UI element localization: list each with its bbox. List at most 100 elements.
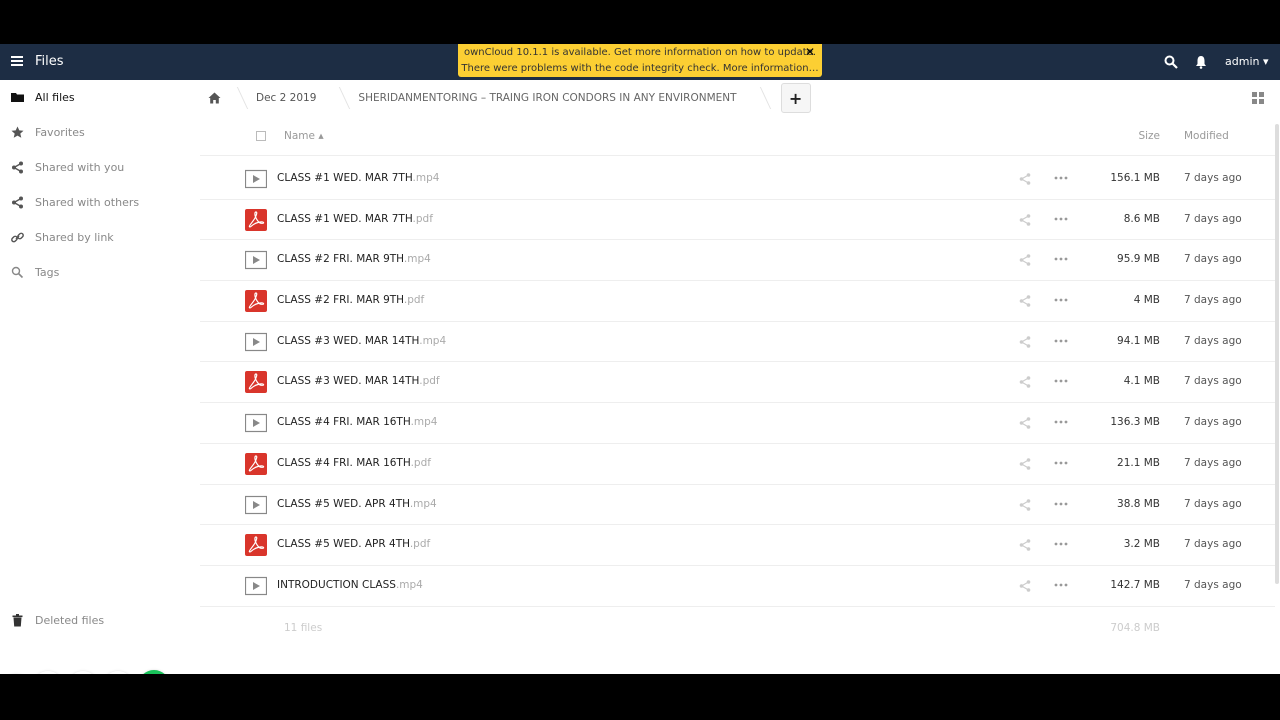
share-icon[interactable] xyxy=(1019,580,1031,592)
file-name[interactable]: CLASS #3 WED. MAR 14TH.pdf xyxy=(277,375,440,387)
breadcrumb-item[interactable]: Dec 2 2019 xyxy=(242,92,330,104)
column-modified[interactable]: Modified xyxy=(1184,130,1229,142)
file-modified: 7 days ago xyxy=(1184,334,1242,347)
share-icon[interactable] xyxy=(1019,213,1031,226)
file-extension: .pdf xyxy=(409,538,431,551)
recording-toolbar: ··· ✕ II ✓ xyxy=(4,670,175,674)
column-name[interactable]: Name ▴ xyxy=(284,130,324,142)
file-table-header: Name ▴ Size Modified xyxy=(200,116,1275,156)
sidebar-item-favorites[interactable]: Favorites xyxy=(0,115,200,150)
table-row[interactable]: CLASS #1 WED. MAR 7TH.pdf 8.6 MB 7 days ag… xyxy=(200,200,1275,241)
more-actions-icon[interactable] xyxy=(1054,213,1068,225)
more-actions-icon[interactable] xyxy=(1054,375,1068,387)
sidebar-item-shared-with-you[interactable]: Shared with you xyxy=(0,150,200,185)
menu-icon[interactable] xyxy=(11,56,23,66)
sidebar-item-shared-with-others[interactable]: Shared with others xyxy=(0,185,200,220)
app-title[interactable]: Files xyxy=(35,54,64,69)
video-icon xyxy=(245,414,267,433)
user-menu[interactable]: admin ▾ xyxy=(1225,55,1268,68)
file-basename: CLASS #1 WED. MAR 7TH xyxy=(277,212,413,225)
more-actions-icon[interactable] xyxy=(1054,335,1068,347)
sidebar-item-deleted-files[interactable]: Deleted files xyxy=(0,603,200,638)
notification-line-2[interactable]: There were problems with the code integr… xyxy=(458,61,822,77)
more-actions-icon[interactable] xyxy=(1054,253,1068,265)
file-extension: .mp4 xyxy=(409,497,437,510)
share-icon[interactable] xyxy=(1019,539,1031,551)
breadcrumb: Dec 2 2019 SHERIDANMENTORING – TRAING IR… xyxy=(200,80,1280,116)
file-name[interactable]: CLASS #1 WED. MAR 7TH.mp4 xyxy=(277,172,439,184)
file-name[interactable]: CLASS #2 FRI. MAR 9TH.pdf xyxy=(277,294,424,306)
pdf-icon xyxy=(245,290,267,313)
share-icon[interactable] xyxy=(1019,376,1031,389)
table-row[interactable]: CLASS #1 WED. MAR 7TH.mp4 156.1 MB 7 days … xyxy=(200,159,1275,200)
table-row[interactable]: CLASS #5 WED. APR 4TH.mp4 38.8 MB 7 days a… xyxy=(200,485,1275,526)
share-icon[interactable] xyxy=(1019,173,1031,185)
home-icon[interactable] xyxy=(200,80,228,116)
table-row[interactable]: INTRODUCTION CLASS.mp4 142.7 MB 7 days ago xyxy=(200,566,1275,607)
more-actions-icon[interactable] xyxy=(1054,416,1068,428)
file-name[interactable]: CLASS #1 WED. MAR 7TH.pdf xyxy=(277,213,433,225)
file-count: 11 files xyxy=(284,622,323,634)
file-name[interactable]: CLASS #3 WED. MAR 14TH.mp4 xyxy=(277,335,446,347)
table-row[interactable]: CLASS #4 FRI. MAR 16TH.pdf 21.1 MB 7 days … xyxy=(200,444,1275,485)
pdf-icon xyxy=(245,534,267,557)
table-row[interactable]: CLASS #4 FRI. MAR 16TH.mp4 136.3 MB 7 days… xyxy=(200,403,1275,444)
share-icon[interactable] xyxy=(1019,335,1031,348)
file-basename: CLASS #2 FRI. MAR 9TH xyxy=(277,294,404,307)
file-extension: .mp4 xyxy=(412,172,440,184)
file-size: 142.7 MB xyxy=(1110,578,1160,591)
file-name[interactable]: CLASS #5 WED. APR 4TH.pdf xyxy=(277,538,430,550)
table-row[interactable]: CLASS #5 WED. APR 4TH.pdf 3.2 MB 7 days ag… xyxy=(200,525,1275,566)
column-size[interactable]: Size xyxy=(1138,130,1160,142)
share-icon[interactable] xyxy=(1019,295,1031,307)
file-extension: .pdf xyxy=(410,456,431,469)
more-actions-icon[interactable] xyxy=(1054,579,1068,591)
update-notification[interactable]: ownCloud 10.1.1 is available. Get more i… xyxy=(458,44,822,77)
search-icon xyxy=(11,266,24,279)
more-actions-icon[interactable] xyxy=(1054,538,1068,550)
sidebar-item-shared-by-link[interactable]: Shared by link xyxy=(0,220,200,255)
table-row[interactable]: CLASS #2 FRI. MAR 9TH.pdf 4 MB 7 days ago xyxy=(200,281,1275,322)
camera-button[interactable] xyxy=(33,671,63,674)
select-all-checkbox[interactable] xyxy=(256,131,266,141)
scrollbar[interactable] xyxy=(1275,124,1279,584)
file-name[interactable]: CLASS #4 FRI. MAR 16TH.mp4 xyxy=(277,416,437,428)
table-row[interactable]: CLASS #3 WED. MAR 14TH.pdf 4.1 MB 7 days a… xyxy=(200,362,1275,404)
pdf-icon xyxy=(245,371,267,394)
sidebar-item-label: Favorites xyxy=(35,126,85,139)
file-name[interactable]: CLASS #4 FRI. MAR 16TH.pdf xyxy=(277,457,431,469)
share-icon[interactable] xyxy=(1019,458,1031,470)
close-icon[interactable]: ✕ xyxy=(805,44,815,60)
table-row[interactable]: CLASS #2 FRI. MAR 9TH.mp4 95.9 MB 7 days a… xyxy=(200,240,1275,282)
file-name[interactable]: CLASS #2 FRI. MAR 9TH.mp4 xyxy=(277,253,431,265)
more-actions-icon[interactable] xyxy=(1054,294,1068,306)
pdf-icon xyxy=(245,208,267,231)
share-icon[interactable] xyxy=(1019,254,1031,267)
share-icon[interactable] xyxy=(1019,498,1031,511)
search-icon[interactable] xyxy=(1164,55,1178,69)
file-modified: 7 days ago xyxy=(1184,497,1242,510)
sidebar-item-all-files[interactable]: All files xyxy=(0,80,200,115)
breadcrumb-item[interactable]: SHERIDANMENTORING – TRAING IRON CONDORS … xyxy=(344,92,750,104)
add-new-button[interactable]: + xyxy=(780,83,811,113)
pause-button[interactable]: II xyxy=(103,671,133,674)
table-row[interactable]: CLASS #3 WED. MAR 14TH.mp4 94.1 MB 7 days … xyxy=(200,322,1275,363)
confirm-button[interactable]: ✓ xyxy=(138,670,170,674)
bell-icon[interactable] xyxy=(1195,55,1207,69)
more-actions-icon[interactable] xyxy=(1054,457,1068,469)
file-name[interactable]: CLASS #5 WED. APR 4TH.mp4 xyxy=(277,498,437,510)
notification-line-1[interactable]: ownCloud 10.1.1 is available. Get more i… xyxy=(458,45,822,61)
file-extension: .mp4 xyxy=(410,416,438,429)
sidebar: All files Favorites Shared with you Shar… xyxy=(0,80,200,674)
grid-view-icon[interactable] xyxy=(1252,92,1264,104)
breadcrumb-separator xyxy=(330,80,344,116)
file-name[interactable]: INTRODUCTION CLASS.mp4 xyxy=(277,579,423,591)
more-actions-icon[interactable] xyxy=(1054,498,1068,510)
share-icon[interactable] xyxy=(1019,417,1031,429)
sidebar-item-label: Shared with you xyxy=(35,161,125,174)
file-extension: .pdf xyxy=(403,294,425,307)
sidebar-item-tags[interactable]: Tags xyxy=(0,255,200,290)
star-icon xyxy=(11,126,24,138)
more-actions-icon[interactable] xyxy=(1054,172,1068,184)
cancel-button[interactable]: ✕ xyxy=(68,671,98,674)
